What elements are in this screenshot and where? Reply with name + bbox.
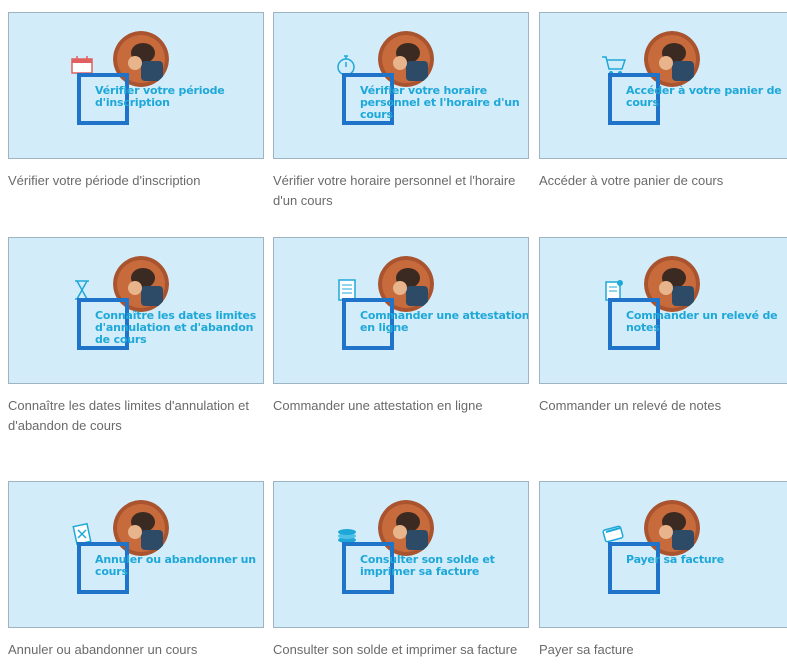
thumbnail-title: Commander une attestation en ligne xyxy=(360,309,529,334)
card-caption[interactable]: Annuler ou abandonner un cours xyxy=(8,640,264,660)
video-card[interactable]: Annuler ou abandonner un cours Annuler o… xyxy=(8,481,264,660)
video-card[interactable]: Vérifier votre horaire personnel et l'ho… xyxy=(273,12,529,211)
video-card[interactable]: Commander un relevé de notes Commander u… xyxy=(539,237,787,416)
thumbnail-title: Connaître les dates limites d'annulation… xyxy=(95,309,257,346)
card-caption[interactable]: Commander une attestation en ligne xyxy=(273,396,529,416)
thumbnail-title: Annuler ou abandonner un cours xyxy=(95,553,256,578)
card-caption[interactable]: Payer sa facture xyxy=(539,640,787,660)
video-thumbnail[interactable]: Commander une attestation en ligne xyxy=(273,237,529,384)
video-thumbnail[interactable]: Commander un relevé de notes xyxy=(539,237,787,384)
video-grid: Vérifier votre période d'inscription Vér… xyxy=(0,0,787,668)
thumbnail-title: Vérifier votre horaire personnel et l'ho… xyxy=(360,84,520,121)
card-caption[interactable]: Commander un relevé de notes xyxy=(539,396,787,416)
thumbnail-title: Accéder à votre panier de cours xyxy=(626,84,782,109)
card-caption[interactable]: Vérifier votre période d'inscription xyxy=(8,171,264,191)
card-caption[interactable]: Connaître les dates limites d'annulation… xyxy=(8,396,264,436)
card-caption[interactable]: Accéder à votre panier de cours xyxy=(539,171,787,191)
video-card[interactable]: Connaître les dates limites d'annulation… xyxy=(8,237,264,436)
video-thumbnail[interactable]: Payer sa facture xyxy=(539,481,787,628)
thumbnail-title: Consulter son solde et imprimer sa factu… xyxy=(360,553,495,578)
video-card[interactable]: Vérifier votre période d'inscription Vér… xyxy=(8,12,264,191)
video-thumbnail[interactable]: Accéder à votre panier de cours xyxy=(539,12,787,159)
video-card[interactable]: Consulter son solde et imprimer sa factu… xyxy=(273,481,529,660)
thumbnail-title: Commander un relevé de notes xyxy=(626,309,778,334)
video-thumbnail[interactable]: Annuler ou abandonner un cours xyxy=(8,481,264,628)
video-thumbnail[interactable]: Connaître les dates limites d'annulation… xyxy=(8,237,264,384)
card-caption[interactable]: Vérifier votre horaire personnel et l'ho… xyxy=(273,171,529,211)
video-thumbnail[interactable]: Vérifier votre période d'inscription xyxy=(8,12,264,159)
video-thumbnail[interactable]: Consulter son solde et imprimer sa factu… xyxy=(273,481,529,628)
video-card[interactable]: Payer sa facture Payer sa facture xyxy=(539,481,787,660)
thumbnail-title: Vérifier votre période d'inscription xyxy=(95,84,225,109)
video-card[interactable]: Commander une attestation en ligne Comma… xyxy=(273,237,529,416)
video-thumbnail[interactable]: Vérifier votre horaire personnel et l'ho… xyxy=(273,12,529,159)
video-card[interactable]: Accéder à votre panier de cours Accéder … xyxy=(539,12,787,191)
frame-box xyxy=(608,542,660,594)
thumbnail-title: Payer sa facture xyxy=(626,553,725,566)
card-caption[interactable]: Consulter son solde et imprimer sa factu… xyxy=(273,640,529,660)
